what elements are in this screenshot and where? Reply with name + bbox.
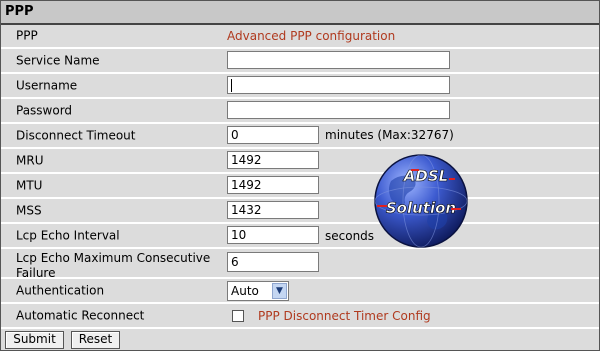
lcp-echo-max-failure-input[interactable] <box>227 252 319 272</box>
service-name-label: Service Name <box>16 53 100 67</box>
lcp-echo-interval-unit: seconds <box>325 229 375 243</box>
mss-label: MSS <box>16 203 42 217</box>
authentication-selected-value: Auto <box>231 284 259 298</box>
row-password: Password <box>1 99 599 122</box>
lcp-echo-interval-input[interactable] <box>227 226 319 244</box>
section-title: PPP <box>1 1 599 25</box>
reset-button[interactable]: Reset <box>71 331 120 349</box>
watermark-line2: Solution <box>386 199 456 217</box>
row-mru: MRU <box>1 149 599 172</box>
lcp-echo-interval-label: Lcp Echo Interval <box>16 228 120 242</box>
row-authentication: Authentication Auto ▼ <box>1 279 599 302</box>
ppp-config-panel: PPP PPP Advanced PPP configuration Servi… <box>0 0 600 351</box>
adsl-solution-globe-logo: ADSL Solution <box>374 154 468 248</box>
service-name-input[interactable] <box>227 51 450 69</box>
ppp-disconnect-timer-config-link[interactable]: PPP Disconnect Timer Config <box>258 309 431 323</box>
row-mss: MSS <box>1 199 599 222</box>
watermark-line1: ADSL <box>403 167 448 185</box>
row-ppp: PPP Advanced PPP configuration <box>1 25 599 47</box>
text-cursor <box>231 79 232 92</box>
mru-input[interactable] <box>227 151 319 169</box>
row-mtu: MTU <box>1 174 599 197</box>
mss-input[interactable] <box>227 201 319 219</box>
password-label: Password <box>16 103 73 117</box>
authentication-label: Authentication <box>16 283 105 297</box>
row-service-name: Service Name <box>1 49 599 72</box>
disconnect-timeout-unit: minutes (Max:32767) <box>325 128 454 142</box>
row-lcp-echo-max-failure: Lcp Echo Maximum Consecutive Failure <box>1 249 599 280</box>
mtu-input[interactable] <box>227 176 319 194</box>
auto-reconnect-label: Automatic Reconnect <box>16 308 145 322</box>
disconnect-timeout-input[interactable] <box>227 126 319 144</box>
row-username: Username <box>1 74 599 97</box>
disconnect-timeout-label: Disconnect Timeout <box>16 128 136 142</box>
submit-button[interactable]: Submit <box>5 331 64 349</box>
auto-reconnect-checkbox[interactable] <box>232 310 244 322</box>
username-input[interactable] <box>227 76 450 94</box>
row-disconnect-timeout: Disconnect Timeout minutes (Max:32767) <box>1 124 599 147</box>
row-auto-reconnect: Automatic Reconnect PPP Disconnect Timer… <box>1 304 599 327</box>
row-lcp-echo-interval: Lcp Echo Interval seconds <box>1 224 599 247</box>
password-input[interactable] <box>227 101 450 119</box>
advanced-ppp-config-link[interactable]: Advanced PPP configuration <box>227 29 395 43</box>
ppp-label: PPP <box>16 28 38 43</box>
chevron-down-icon: ▼ <box>272 283 287 299</box>
mtu-label: MTU <box>16 178 43 192</box>
mru-label: MRU <box>16 153 44 167</box>
username-label: Username <box>16 78 78 92</box>
authentication-select[interactable]: Auto ▼ <box>227 281 289 301</box>
